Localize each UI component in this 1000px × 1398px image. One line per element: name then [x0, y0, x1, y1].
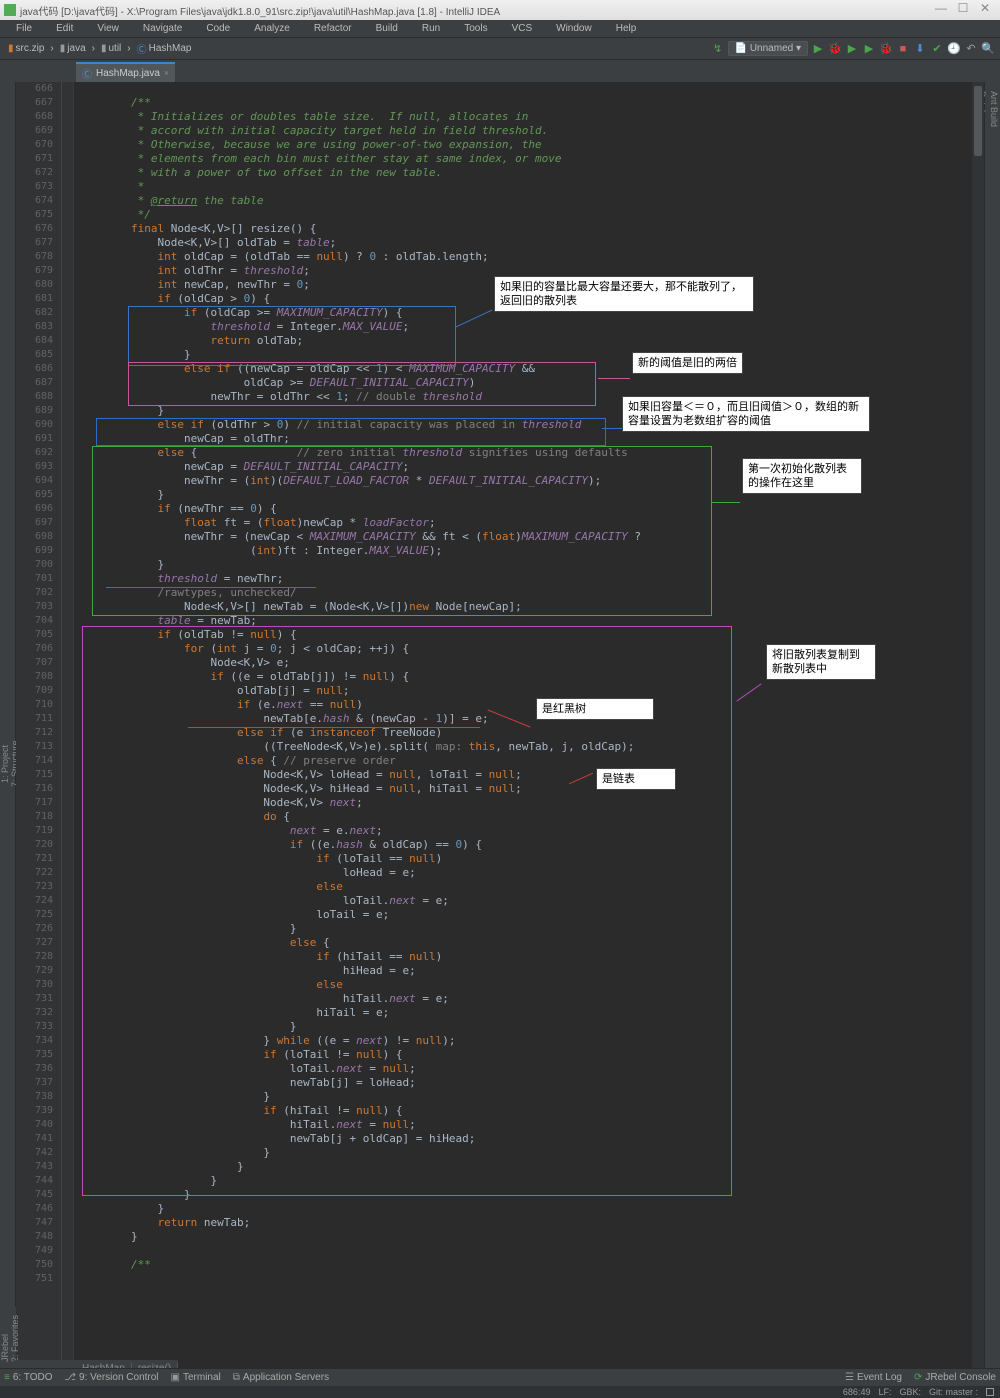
- run-button[interactable]: ▶: [811, 42, 825, 56]
- class-icon: Ⓒ: [82, 66, 92, 81]
- tab-label: HashMap.java: [96, 68, 160, 79]
- menu-vcs[interactable]: VCS: [500, 23, 545, 34]
- run-config-select[interactable]: 📄 Unnamed ▾: [728, 41, 808, 56]
- callout-4: 第一次初始化散列表的操作在这里: [742, 458, 862, 494]
- close-icon[interactable]: ×: [164, 68, 169, 78]
- menu-help[interactable]: Help: [604, 23, 649, 34]
- close-button[interactable]: ✕: [974, 2, 996, 18]
- crumb-java[interactable]: ▮java: [57, 42, 89, 55]
- stop-button[interactable]: ■: [896, 42, 910, 56]
- debug-button[interactable]: 🐞: [828, 42, 842, 56]
- search-button[interactable]: 🔍: [981, 42, 995, 56]
- menu-run[interactable]: Run: [410, 23, 452, 34]
- vcs-commit-button[interactable]: ✔: [930, 42, 944, 56]
- left-tool-strip: 1: Project 7: Structure: [0, 82, 16, 1386]
- lock-icon[interactable]: [986, 1388, 994, 1396]
- menu-build[interactable]: Build: [364, 23, 410, 34]
- archive-icon: ▮: [8, 43, 14, 54]
- callout-3: 如果旧容量＜＝０，而且旧阈值＞０，数组的新容量设置为老数组扩容的阈值: [622, 396, 870, 432]
- crumb-hashmap[interactable]: ⒸHashMap: [134, 40, 195, 57]
- menu-view[interactable]: View: [85, 23, 131, 34]
- breadcrumb: ▮src.zip› ▮java› ▮util› ⒸHashMap: [5, 40, 194, 57]
- menu-window[interactable]: Window: [544, 23, 604, 34]
- status-git[interactable]: Git: master :: [929, 1387, 978, 1397]
- tool-ant[interactable]: Ant Build: [988, 83, 1000, 1385]
- callout-7: 将旧散列表复制到新散列表中: [766, 644, 876, 680]
- tab-hashmap[interactable]: Ⓒ HashMap.java ×: [76, 62, 175, 82]
- menu-file[interactable]: File: [4, 23, 44, 34]
- crumb-util[interactable]: ▮util: [98, 42, 124, 55]
- maximize-button[interactable]: ☐: [952, 2, 974, 18]
- scrollbar[interactable]: [972, 82, 984, 1386]
- vcs-revert-button[interactable]: ↶: [964, 42, 978, 56]
- tool-jrebel[interactable]: JRebel: [0, 1311, 10, 1366]
- tool-window-bar: ≡6: TODO ⎇9: Version Control ▣Terminal ⧉…: [0, 1368, 1000, 1386]
- minimize-button[interactable]: —: [930, 2, 952, 18]
- window-titlebar: java代码 [D:\java代码] - X:\Program Files\ja…: [0, 0, 1000, 20]
- vcs-icon: ⎇: [65, 1372, 77, 1383]
- debug-jr-button[interactable]: 🐞: [879, 42, 893, 56]
- editor-tabs: Ⓒ HashMap.java ×: [0, 60, 1000, 82]
- tool-project[interactable]: 1: Project: [0, 144, 10, 1384]
- class-icon: Ⓒ: [137, 41, 147, 56]
- menu-analyze[interactable]: Analyze: [242, 23, 302, 34]
- log-icon: ☰: [845, 1372, 854, 1383]
- quick-fix-icon[interactable]: ↯: [711, 42, 725, 56]
- scrollbar-thumb[interactable]: [974, 86, 982, 156]
- tw-todo[interactable]: ≡6: TODO: [4, 1372, 53, 1383]
- menu-refactor[interactable]: Refactor: [302, 23, 364, 34]
- app-icon: [4, 4, 16, 16]
- tool-favorites[interactable]: 2: Favorites: [10, 1311, 20, 1366]
- jrebel-icon: ⟳: [914, 1372, 922, 1383]
- folder-icon: ▮: [101, 43, 107, 54]
- left-tool-strip-bottom: JRebel 2: Favorites: [0, 1307, 16, 1370]
- status-lineend[interactable]: LF:: [878, 1387, 891, 1397]
- todo-icon: ≡: [4, 1372, 10, 1383]
- menu-navigate[interactable]: Navigate: [131, 23, 194, 34]
- menu-edit[interactable]: Edit: [44, 23, 85, 34]
- vcs-history-button[interactable]: 🕘: [947, 42, 961, 56]
- crumb-srczip[interactable]: ▮src.zip: [5, 42, 47, 55]
- status-charset[interactable]: GBK:: [899, 1387, 921, 1397]
- window-title: java代码 [D:\java代码] - X:\Program Files\ja…: [20, 3, 500, 18]
- line-gutter: 6666676686696706716726736746756766776786…: [16, 82, 62, 1386]
- terminal-icon: ▣: [171, 1372, 180, 1383]
- tw-vcs[interactable]: ⎇9: Version Control: [65, 1372, 159, 1383]
- menu-tools[interactable]: Tools: [452, 23, 499, 34]
- tw-eventlog[interactable]: ☰Event Log: [845, 1372, 902, 1383]
- menu-code[interactable]: Code: [194, 23, 242, 34]
- callout-1: 如果旧的容量比最大容量还要大，那不能散列了，返回旧的散列表: [494, 276, 754, 312]
- server-icon: ⧉: [233, 1372, 240, 1383]
- vcs-update-button[interactable]: ⬇: [913, 42, 927, 56]
- run-jr-button[interactable]: ▶: [862, 42, 876, 56]
- tw-jrebel-console[interactable]: ⟳JRebel Console: [914, 1372, 996, 1383]
- right-tool-strip: Ant Build Database m Maven Projects: [984, 82, 1000, 1386]
- status-bar: 686:49 LF: GBK: Git: master :: [0, 1386, 1000, 1398]
- fold-gutter[interactable]: [62, 82, 74, 1386]
- navigation-bar: ▮src.zip› ▮java› ▮util› ⒸHashMap ↯ 📄 Unn…: [0, 38, 1000, 60]
- status-pos[interactable]: 686:49: [843, 1387, 871, 1397]
- callout-5: 是红黑树: [536, 698, 654, 720]
- tw-appservers[interactable]: ⧉Application Servers: [233, 1372, 329, 1383]
- folder-icon: ▮: [60, 43, 66, 54]
- menu-bar: File Edit View Navigate Code Analyze Ref…: [0, 20, 1000, 38]
- callout-6: 是链表: [596, 768, 676, 790]
- coverage-button[interactable]: ▶: [845, 42, 859, 56]
- tw-terminal[interactable]: ▣Terminal: [171, 1372, 221, 1383]
- callout-2: 新的阈值是旧的两倍: [632, 352, 743, 374]
